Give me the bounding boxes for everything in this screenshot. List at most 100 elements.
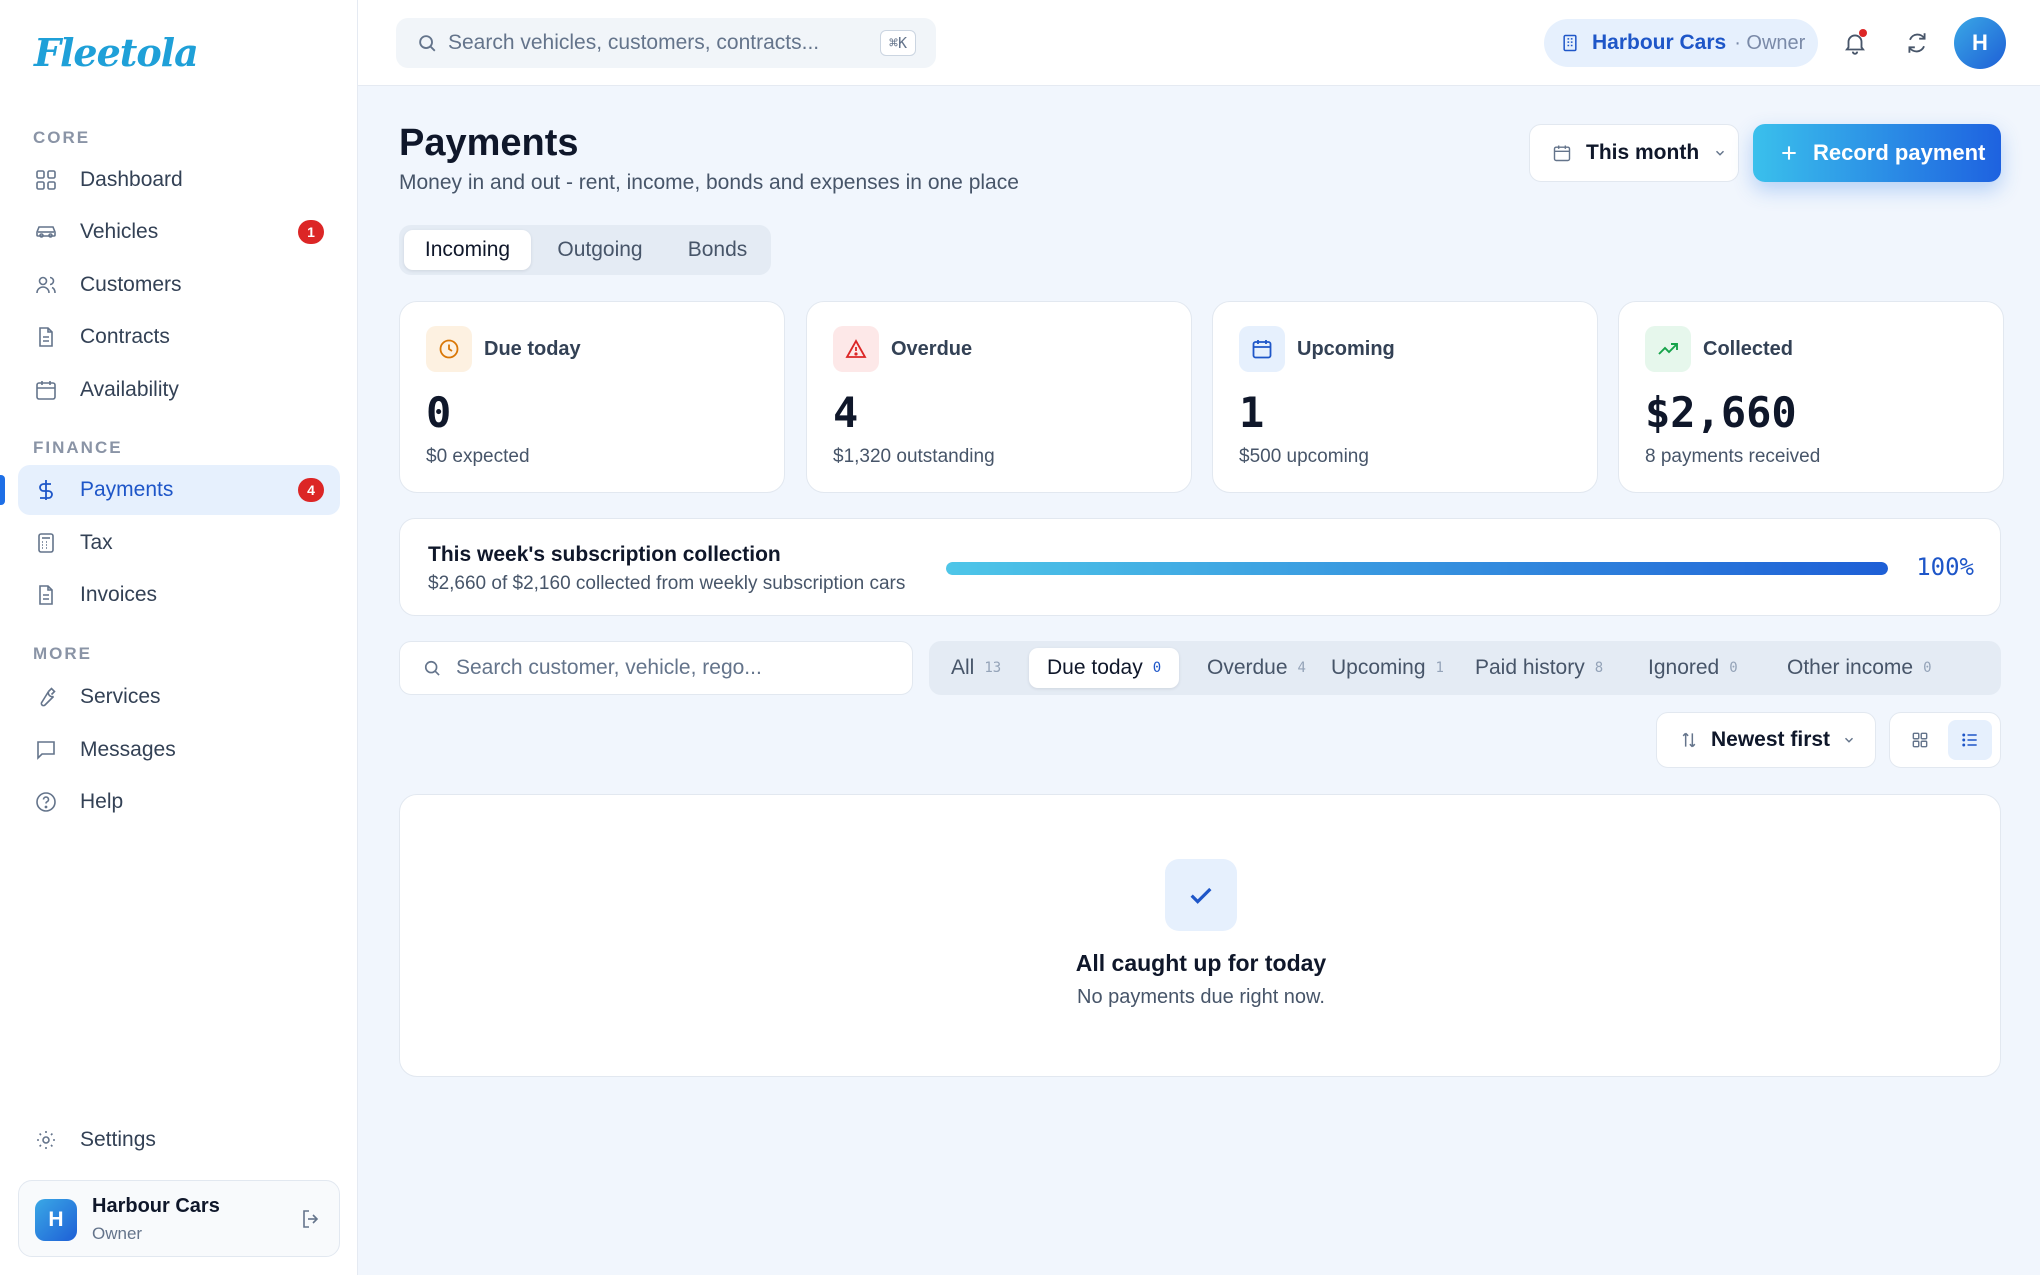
org-name: Harbour Cars bbox=[1592, 31, 1727, 54]
account-name: Harbour Cars bbox=[92, 1195, 220, 1217]
sidebar-item-label: Messages bbox=[80, 738, 176, 761]
sidebar-item-label: Payments bbox=[80, 478, 174, 501]
sidebar-item-label: Availability bbox=[80, 378, 179, 401]
section-label-more: MORE bbox=[33, 644, 92, 663]
sidebar-item-availability[interactable]: Availability bbox=[18, 365, 340, 415]
sidebar: Fleetola CORE Dashboard Vehicles 1 Custo… bbox=[0, 0, 358, 1275]
section-label-finance: FINANCE bbox=[33, 438, 123, 457]
file-icon bbox=[32, 323, 60, 351]
sort-icon bbox=[1682, 732, 1696, 748]
list-icon bbox=[1962, 733, 1977, 747]
app-logo[interactable]: Fleetola bbox=[34, 30, 199, 82]
sidebar-item-tax[interactable]: Tax bbox=[18, 518, 340, 568]
filter-label: Overdue bbox=[1207, 656, 1288, 679]
sidebar-item-label: Vehicles bbox=[80, 220, 159, 243]
filter-count: 1 bbox=[1435, 660, 1444, 676]
collection-subtitle: $2,660 of $2,160 collected from weekly s… bbox=[428, 573, 906, 594]
stat-note: 8 payments received bbox=[1645, 446, 1821, 467]
sidebar-item-label: Contracts bbox=[80, 325, 170, 348]
check-icon bbox=[1165, 859, 1237, 931]
topbar: ⌘K Harbour Cars · Owner H bbox=[358, 0, 2040, 86]
chevron-down-icon bbox=[1716, 150, 1725, 156]
sidebar-item-help[interactable]: Help bbox=[18, 777, 340, 827]
filter-label: Due today bbox=[1047, 656, 1143, 679]
sidebar-item-dashboard[interactable]: Dashboard bbox=[18, 155, 340, 205]
filter-label: Upcoming bbox=[1331, 656, 1426, 679]
tab-incoming[interactable]: Incoming bbox=[404, 230, 531, 270]
global-search-input[interactable] bbox=[448, 18, 848, 68]
filter-paid-history[interactable]: Paid history 8 bbox=[1459, 648, 1619, 688]
sidebar-item-services[interactable]: Services bbox=[18, 672, 340, 722]
list-view-button[interactable] bbox=[1948, 720, 1992, 760]
payment-search[interactable] bbox=[399, 641, 913, 695]
refresh-button[interactable] bbox=[1900, 26, 1934, 60]
sidebar-item-label: Invoices bbox=[80, 583, 158, 606]
wrench-icon bbox=[32, 683, 60, 711]
sidebar-item-messages[interactable]: Messages bbox=[18, 725, 340, 775]
stat-value: $2,660 bbox=[1645, 388, 1797, 437]
sidebar-item-customers[interactable]: Customers bbox=[18, 260, 340, 310]
chevron-down-icon bbox=[1845, 737, 1854, 743]
sidebar-item-vehicles[interactable]: Vehicles 1 bbox=[18, 207, 340, 257]
trending-up-icon bbox=[1645, 326, 1691, 372]
logout-icon[interactable] bbox=[299, 1207, 323, 1231]
tab-outgoing[interactable]: Outgoing bbox=[537, 230, 663, 270]
payment-direction-tabs: Incoming Outgoing Bonds bbox=[399, 225, 771, 275]
sort-select[interactable]: Newest first bbox=[1656, 712, 1876, 768]
vehicles-badge: 1 bbox=[298, 220, 324, 244]
sidebar-item-label: Tax bbox=[80, 531, 113, 554]
sidebar-item-label: Customers bbox=[80, 273, 182, 296]
sidebar-item-contracts[interactable]: Contracts bbox=[18, 312, 340, 362]
filter-due-today[interactable]: Due today 0 bbox=[1029, 648, 1180, 688]
search-icon bbox=[424, 660, 440, 676]
calendar-icon bbox=[1553, 145, 1571, 162]
stat-card-collected[interactable]: Collected $2,660 8 payments received bbox=[1618, 301, 2004, 493]
tab-bonds[interactable]: Bonds bbox=[669, 230, 766, 270]
stat-label: Upcoming bbox=[1297, 338, 1395, 360]
filter-upcoming[interactable]: Upcoming 1 bbox=[1315, 648, 1460, 688]
plus-icon bbox=[1782, 146, 1796, 160]
org-switcher[interactable]: Harbour Cars · Owner bbox=[1544, 19, 1818, 67]
stat-card-upcoming[interactable]: Upcoming 1 $500 upcoming bbox=[1212, 301, 1598, 493]
user-avatar[interactable]: H bbox=[1954, 17, 2006, 69]
stat-value: 1 bbox=[1239, 388, 1265, 437]
account-avatar: H bbox=[35, 1199, 77, 1241]
page-subtitle: Money in and out - rent, income, bonds a… bbox=[399, 171, 1019, 194]
filter-ignored[interactable]: Ignored 0 bbox=[1632, 648, 1754, 688]
stat-card-due-today[interactable]: Due today 0 $0 expected bbox=[399, 301, 785, 493]
filter-count: 0 bbox=[1729, 660, 1738, 676]
stat-card-overdue[interactable]: Overdue 4 $1,320 outstanding bbox=[806, 301, 1192, 493]
filter-count: 0 bbox=[1152, 660, 1162, 676]
stat-label: Overdue bbox=[891, 338, 973, 360]
grid-icon bbox=[1912, 732, 1928, 748]
search-icon bbox=[419, 35, 436, 52]
payment-search-input[interactable] bbox=[456, 642, 896, 694]
stat-label: Collected bbox=[1703, 338, 1794, 360]
filter-other-income[interactable]: Other income 0 bbox=[1771, 648, 1948, 688]
sidebar-item-invoices[interactable]: Invoices bbox=[18, 570, 340, 620]
notifications-button[interactable] bbox=[1838, 26, 1872, 60]
car-icon bbox=[32, 218, 60, 246]
help-icon bbox=[32, 788, 60, 816]
record-payment-button[interactable]: Record payment bbox=[1753, 124, 2001, 182]
sidebar-item-payments[interactable]: Payments 4 bbox=[18, 465, 340, 515]
global-search[interactable]: ⌘K bbox=[396, 18, 936, 68]
stat-label: Due today bbox=[484, 338, 581, 360]
account-card[interactable]: H Harbour Cars Owner bbox=[18, 1180, 340, 1257]
period-select[interactable]: This month bbox=[1529, 124, 1739, 182]
notification-dot bbox=[1859, 29, 1867, 37]
filter-all[interactable]: All 13 bbox=[935, 648, 1017, 688]
filter-label: All bbox=[951, 656, 975, 679]
sidebar-item-settings[interactable]: Settings bbox=[18, 1115, 340, 1165]
filter-label: Ignored bbox=[1648, 656, 1720, 679]
alert-icon bbox=[833, 326, 879, 372]
section-label-core: CORE bbox=[33, 128, 91, 147]
empty-state-subtitle: No payments due right now. bbox=[1077, 986, 1325, 1008]
period-label: This month bbox=[1586, 141, 1700, 164]
refresh-icon bbox=[1908, 33, 1926, 53]
filter-label: Other income bbox=[1787, 656, 1914, 679]
filter-overdue[interactable]: Overdue 4 bbox=[1191, 648, 1322, 688]
message-icon bbox=[32, 736, 60, 764]
stat-note: $0 expected bbox=[426, 446, 530, 467]
grid-view-button[interactable] bbox=[1898, 720, 1942, 760]
